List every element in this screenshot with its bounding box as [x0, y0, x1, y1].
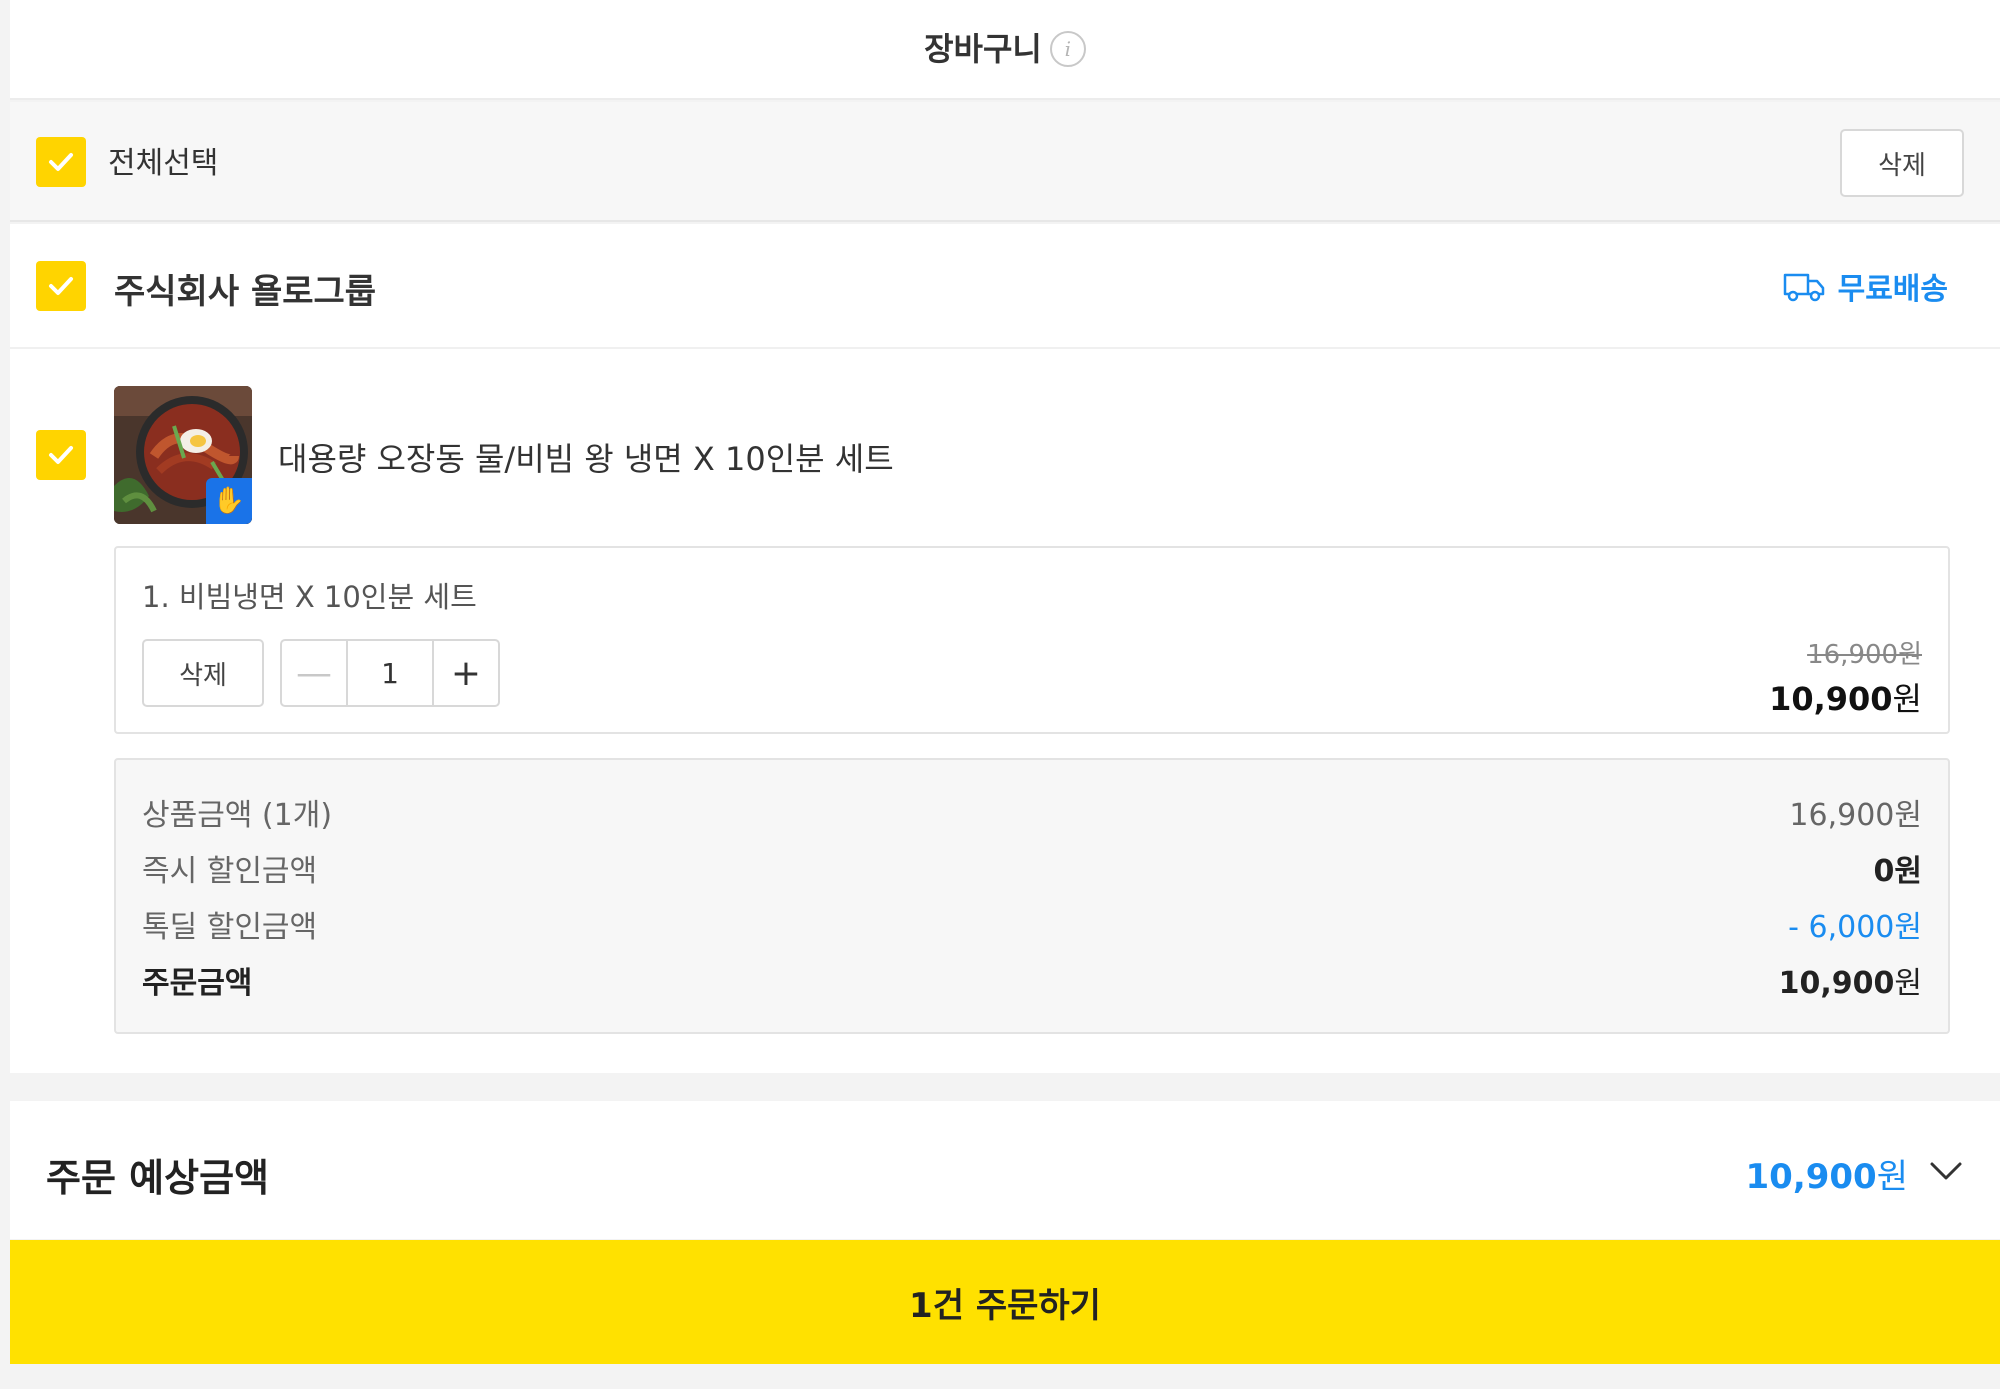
check-icon [49, 446, 73, 464]
summary-row-talkdeal-discount: 톡딜 할인금액 - 6,000원 [142, 910, 1922, 945]
quantity-stepper: — 1 + [280, 639, 500, 707]
seller-row: 주식회사 욜로그룹 무료배송 [10, 224, 2000, 349]
increase-quantity-button[interactable]: + [432, 641, 498, 705]
product-checkbox[interactable] [36, 430, 86, 480]
free-shipping-label: 무료배송 [1837, 272, 1948, 307]
seller-section: 주식회사 욜로그룹 무료배송 ✋ 대용량 오장동 물/비빔 왕 냉면 X 10인… [10, 224, 2000, 1073]
price-summary: 상품금액 (1개) 16,900원 즉시 할인금액 0원 톡딜 할인금액 - 6… [114, 758, 1950, 1034]
order-button[interactable]: 1건 주문하기 [10, 1240, 2000, 1364]
product-name[interactable]: 대용량 오장동 물/비빔 왕 냉면 X 10인분 세트 [278, 434, 894, 480]
option-box: 1. 비빔냉면 X 10인분 세트 삭제 — 1 + 16,900원 10,90… [114, 546, 1950, 734]
original-price: 16,900원 [1807, 640, 1922, 670]
select-all-label[interactable]: 전체선택 [108, 138, 218, 182]
summary-row-order-total: 주문금액 10,900원 [142, 966, 1922, 1001]
option-name: 1. 비빔냉면 X 10인분 세트 [142, 580, 477, 614]
header: 장바구니 i [10, 0, 2000, 100]
product-thumbnail[interactable]: ✋ [114, 386, 252, 524]
check-icon [49, 153, 73, 171]
product-row: ✋ 대용량 오장동 물/비빔 왕 냉면 X 10인분 세트 [10, 386, 2000, 526]
sale-price: 10,900원 [1769, 680, 1922, 718]
decrease-quantity-button[interactable]: — [282, 641, 348, 705]
hand-icon: ✋ [206, 478, 252, 524]
truck-icon [1783, 273, 1824, 302]
free-shipping-badge: 무료배송 [1782, 264, 1948, 308]
delete-selected-button[interactable]: 삭제 [1840, 129, 1964, 197]
info-icon[interactable]: i [1049, 31, 1086, 67]
estimate-value: 10,900원 [1745, 1157, 1908, 1197]
estimate-label: 주문 예상금액 [46, 1156, 269, 1200]
cart-page: 장바구니 i 전체선택 삭제 주식회사 욜로그룹 무료배송 ✋ 대용량 오장동 … [10, 0, 2000, 1389]
chevron-down-icon[interactable] [1928, 1159, 1964, 1183]
select-all-bar: 전체선택 삭제 [10, 102, 2000, 222]
order-estimate-bar[interactable]: 주문 예상금액 10,900원 [10, 1101, 2000, 1239]
select-all-checkbox[interactable] [36, 137, 86, 187]
quantity-value[interactable]: 1 [348, 641, 432, 705]
page-title: 장바구니 i [10, 24, 2000, 70]
summary-row-product-amount: 상품금액 (1개) 16,900원 [142, 798, 1922, 833]
seller-checkbox[interactable] [36, 261, 86, 311]
check-icon [49, 277, 73, 295]
summary-row-instant-discount: 즉시 할인금액 0원 [142, 854, 1922, 889]
seller-name[interactable]: 주식회사 욜로그룹 [114, 264, 376, 313]
option-delete-button[interactable]: 삭제 [142, 639, 264, 707]
